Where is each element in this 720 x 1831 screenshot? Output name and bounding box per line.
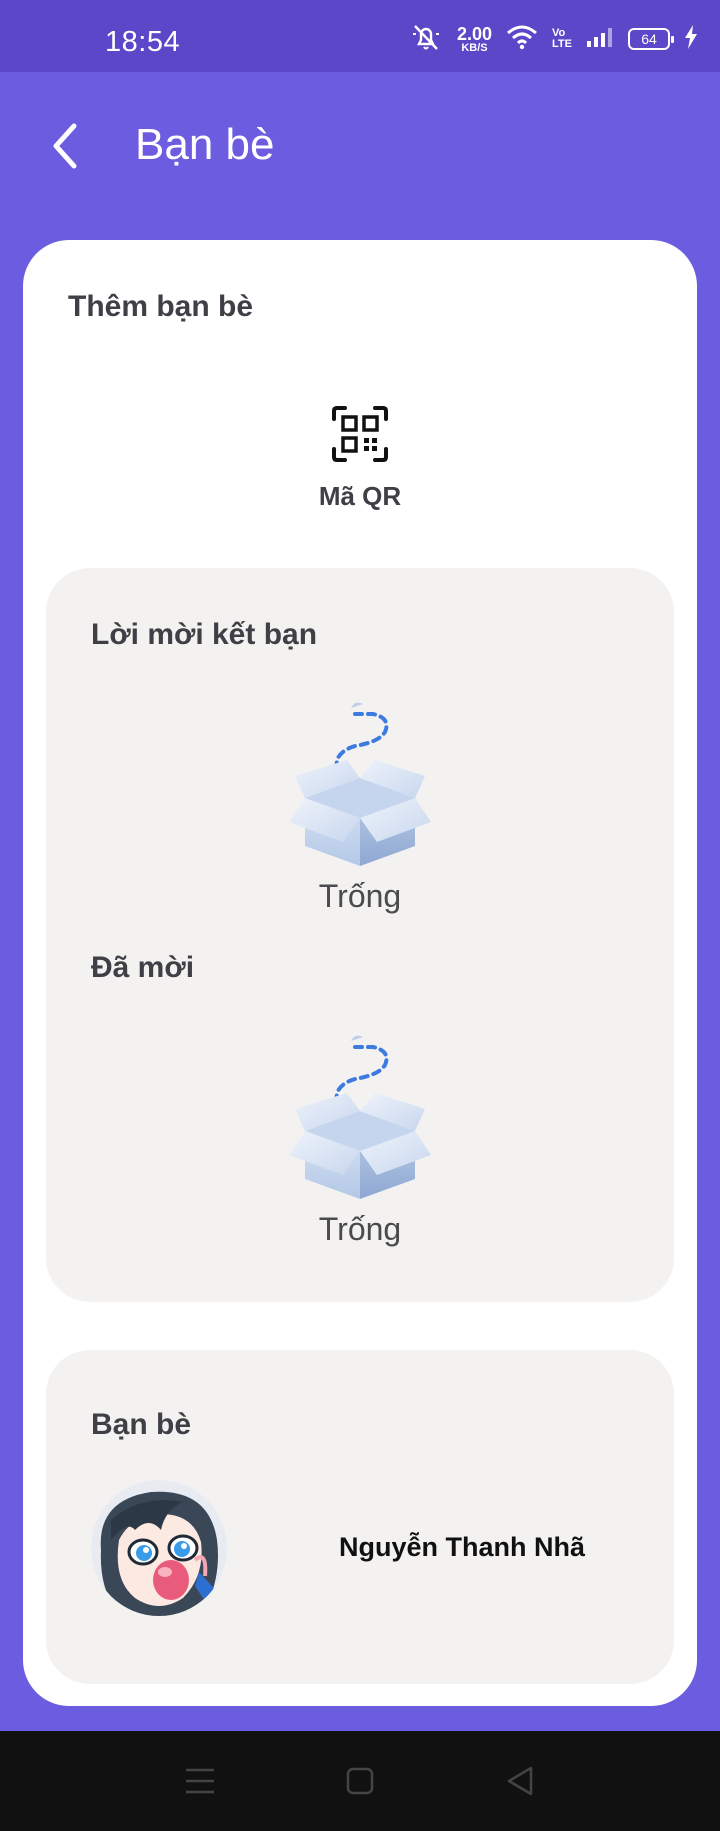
- menu-button[interactable]: [170, 1751, 230, 1811]
- menu-icon: [186, 1768, 214, 1794]
- network-speed: 2.00 KB/S: [456, 23, 493, 54]
- qr-code-label: Mã QR: [318, 481, 402, 511]
- friend-name: Nguyễn Thanh Nhã: [339, 1532, 586, 1562]
- wifi-icon: [506, 24, 538, 55]
- back-button[interactable]: [40, 116, 90, 176]
- app-header: Bạn bè: [0, 72, 720, 222]
- home-button[interactable]: [330, 1751, 390, 1811]
- friends-panel: Bạn bè Nguyễn Thanh Nhã: [46, 1350, 674, 1684]
- charging-bolt-icon: [684, 24, 698, 54]
- status-time: 18:54: [105, 26, 181, 58]
- page-title: Bạn bè: [135, 120, 275, 169]
- friend-requests-title: Lời mời kết bạn: [91, 618, 318, 651]
- empty-box-icon: [289, 702, 431, 866]
- navigation-bar: [0, 1731, 720, 1831]
- avatar: [91, 1480, 227, 1616]
- battery-icon: 64: [628, 28, 674, 50]
- back-arrow-icon: [53, 123, 77, 169]
- home-square-icon: [346, 1767, 374, 1795]
- back-triangle-icon: [507, 1766, 533, 1796]
- status-bar: 18:54 2.00 KB/S Vo LTE 64: [0, 0, 720, 72]
- volte-indicator: Vo LTE: [552, 27, 572, 50]
- friend-requests-empty-text: Trống: [318, 878, 402, 914]
- mute-bell-icon: [409, 22, 443, 57]
- invited-title: Đã mời: [91, 951, 195, 984]
- friends-card: Thêm bạn bè Mã QR Lời mời kết bạn Trống …: [23, 240, 697, 1706]
- invitations-panel: Lời mời kết bạn Trống Đã mời Trống: [46, 568, 674, 1302]
- nav-back-button[interactable]: [490, 1751, 550, 1811]
- qr-code-icon: [332, 406, 388, 462]
- friend-list-item[interactable]: Nguyễn Thanh Nhã: [91, 1480, 651, 1620]
- invited-empty-state: Trống: [260, 1031, 460, 1248]
- friends-title: Bạn bè: [91, 1408, 192, 1441]
- invited-empty-text: Trống: [318, 1211, 402, 1247]
- qr-code-button[interactable]: Mã QR: [283, 405, 437, 525]
- empty-box-icon: [289, 1035, 431, 1199]
- status-icons: 2.00 KB/S Vo LTE 64: [409, 22, 698, 56]
- signal-icon: [586, 26, 614, 53]
- friend-requests-empty-state: Trống: [260, 698, 460, 915]
- add-friends-title: Thêm bạn bè: [68, 290, 254, 323]
